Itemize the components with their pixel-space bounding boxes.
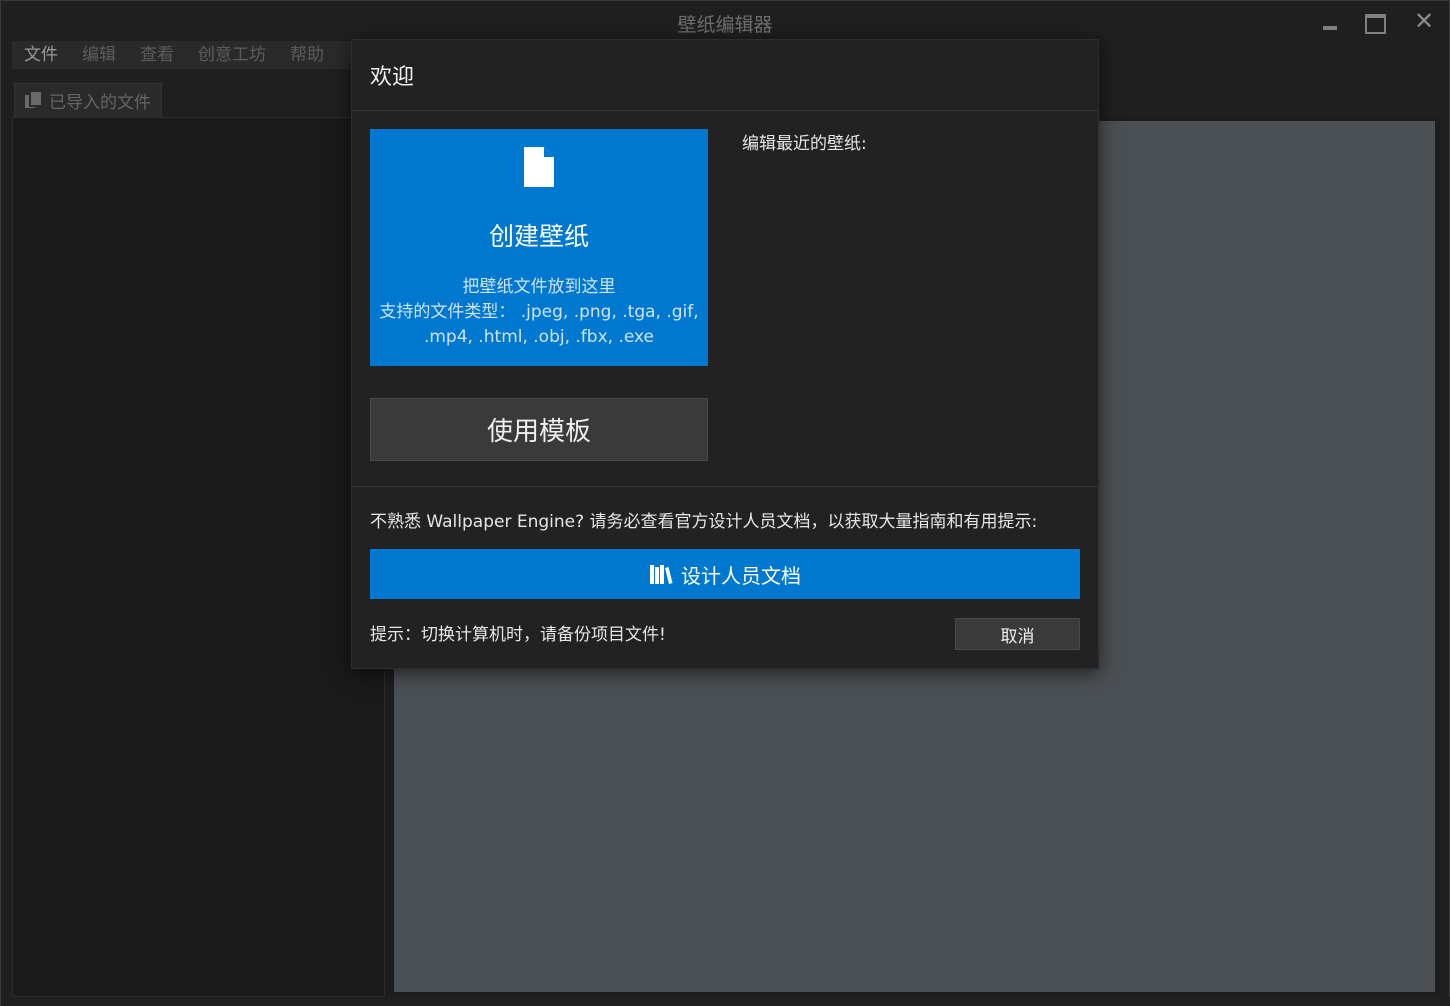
dialog-header: 欢迎: [352, 40, 1098, 111]
file-types-line-2: .mp4, .html, .obj, .fbx, .exe: [423, 327, 655, 347]
menu-help[interactable]: 帮助: [278, 42, 336, 68]
drop-hint-line: 把壁纸文件放到这里: [462, 277, 616, 297]
title-bar: 壁纸编辑器 ✕: [1, 1, 1449, 41]
create-wallpaper-title: 创建壁纸: [488, 222, 589, 251]
designer-docs-label: 设计人员文档: [681, 563, 801, 588]
menu-file[interactable]: 文件: [12, 42, 70, 68]
recent-wallpapers-label: 编辑最近的壁纸:: [742, 134, 867, 154]
window-title: 壁纸编辑器: [677, 14, 773, 36]
books-icon: [650, 565, 673, 584]
maximize-button[interactable]: [1352, 7, 1396, 37]
welcome-dialog: 欢迎 创建壁纸 把壁纸文件放到这里 支持的文件类型： .jpeg, .png, …: [351, 39, 1099, 669]
menu-edit[interactable]: 编辑: [70, 42, 128, 68]
close-button[interactable]: ✕: [1401, 7, 1445, 37]
dialog-divider: [352, 486, 1098, 487]
tab-imported-files-label: 已导入的文件: [49, 93, 151, 113]
left-tab-strip: 已导入的文件: [12, 81, 352, 117]
create-wallpaper-description: 把壁纸文件放到这里 支持的文件类型： .jpeg, .png, .tga, .g…: [378, 275, 700, 350]
backup-tip-text: 提示：切换计算机时，请备份项目文件!: [370, 625, 666, 645]
copy-files-icon: [25, 92, 41, 109]
file-types-line: 支持的文件类型： .jpeg, .png, .tga, .gif,: [379, 302, 699, 322]
status-bar: [1, 997, 1450, 1006]
use-template-button[interactable]: 使用模板: [370, 398, 708, 461]
cancel-button[interactable]: 取消: [955, 618, 1080, 650]
menu-bar: 文件 编辑 查看 创意工坊 帮助: [12, 41, 352, 69]
dialog-title: 欢迎: [370, 65, 415, 90]
create-wallpaper-dropzone[interactable]: 创建壁纸 把壁纸文件放到这里 支持的文件类型： .jpeg, .png, .tg…: [370, 129, 708, 366]
designer-docs-button[interactable]: 设计人员文档: [370, 549, 1080, 599]
tab-imported-files[interactable]: 已导入的文件: [14, 83, 162, 117]
docs-hint-text: 不熟悉 Wallpaper Engine? 请务必查看官方设计人员文档，以获取大…: [370, 512, 1038, 532]
minimize-button[interactable]: [1307, 7, 1351, 37]
menu-workshop[interactable]: 创意工坊: [186, 42, 278, 68]
close-icon: ✕: [1414, 7, 1435, 35]
file-icon: [524, 147, 554, 187]
menu-view[interactable]: 查看: [128, 42, 186, 68]
imported-files-panel: [12, 117, 385, 997]
